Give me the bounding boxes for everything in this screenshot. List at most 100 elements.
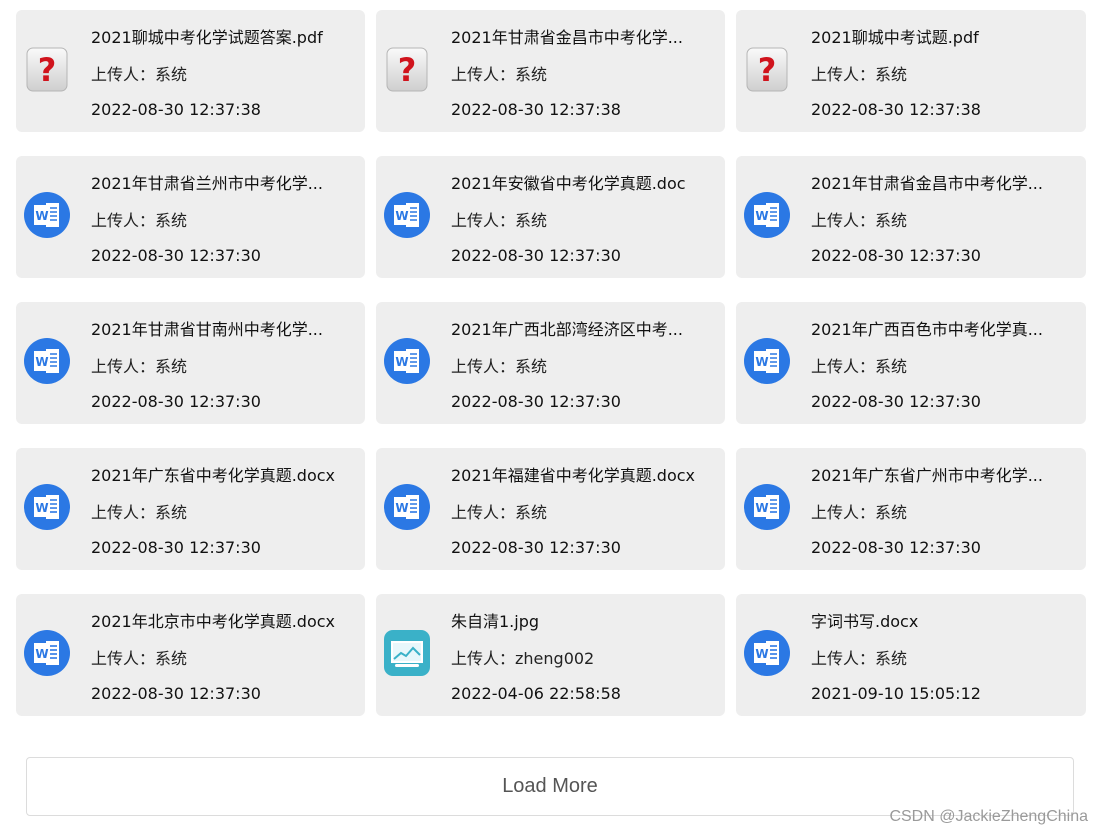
file-name[interactable]: 2021年安徽省中考化学真题.doc	[451, 174, 717, 194]
uploader-label: 上传人：	[91, 649, 156, 668]
upload-date: 2022-08-30 12:37:30	[91, 684, 261, 703]
svg-text:W: W	[755, 647, 768, 661]
file-card[interactable]: W 2021年安徽省中考化学真题.doc 上传人：系统 2022-08-30 12:3…	[376, 156, 725, 278]
file-card[interactable]: W 2021年福建省中考化学真题.docx 上传人：系统 2022-08-30 12:…	[376, 448, 725, 570]
uploader-name: 系统	[875, 357, 908, 376]
svg-text:W: W	[395, 355, 408, 369]
uploader-label: 上传人：	[811, 503, 876, 522]
uploader-line: 上传人：zheng002	[451, 649, 717, 669]
file-name[interactable]: 2021年广东省中考化学真题.docx	[91, 466, 357, 486]
uploader-label: 上传人：	[91, 65, 156, 84]
file-card[interactable]: W 2021年甘肃省甘南州中考化学... 上传人：系统 2022-08-30 12:3…	[16, 302, 365, 424]
uploader-label: 上传人：	[451, 65, 516, 84]
file-card[interactable]: W 2021年广东省广州市中考化学... 上传人：系统 2022-08-30 12:3…	[736, 448, 1086, 570]
upload-date: 2022-08-30 12:37:30	[451, 392, 621, 411]
file-card[interactable]: 朱自清1.jpg 上传人：zheng002 2022-04-06 22:58:58	[376, 594, 725, 716]
file-card[interactable]: W 2021年广西北部湾经济区中考... 上传人：系统 2022-08-30 12:3…	[376, 302, 725, 424]
file-info: 2021年北京市中考化学真题.docx 上传人：系统 2022-08-30 12:3…	[91, 612, 357, 704]
file-name[interactable]: 2021聊城中考试题.pdf	[811, 28, 1078, 48]
file-info: 2021年广西百色市中考化学真... 上传人：系统 2022-08-30 12:37…	[811, 320, 1078, 412]
file-name[interactable]: 2021年北京市中考化学真题.docx	[91, 612, 357, 632]
uploader-line: 上传人：系统	[811, 503, 1078, 523]
uploader-label: 上传人：	[811, 357, 876, 376]
svg-text:W: W	[755, 355, 768, 369]
file-card[interactable]: W 2021年广西百色市中考化学真... 上传人：系统 2022-08-30 12:3…	[736, 302, 1086, 424]
uploader-label: 上传人：	[811, 211, 876, 230]
uploader-name: 系统	[155, 357, 188, 376]
uploader-label: 上传人：	[91, 211, 156, 230]
svg-text:?: ?	[398, 51, 417, 89]
uploader-label: 上传人：	[451, 211, 516, 230]
uploader-name: 系统	[155, 65, 188, 84]
file-info: 2021年甘肃省金昌市中考化学... 上传人：系统 2022-08-30 12:37…	[811, 174, 1078, 266]
upload-date: 2022-08-30 12:37:30	[811, 246, 981, 265]
uploader-label: 上传人：	[451, 649, 516, 668]
upload-date: 2022-08-30 12:37:30	[91, 392, 261, 411]
svg-text:?: ?	[38, 51, 57, 89]
file-name[interactable]: 2021年甘肃省兰州市中考化学...	[91, 174, 357, 194]
file-name[interactable]: 2021年甘肃省金昌市中考化学...	[451, 28, 717, 48]
uploader-name: 系统	[155, 503, 188, 522]
uploader-name: 系统	[875, 649, 908, 668]
upload-date: 2022-08-30 12:37:30	[91, 538, 261, 557]
file-grid: ? 2021聊城中考化学试题答案.pdf 上传人：系统 2022-08-30 12:3…	[16, 10, 1086, 716]
word-icon: W	[22, 482, 72, 532]
file-info: 2021年甘肃省金昌市中考化学... 上传人：系统 2022-08-30 12:37…	[451, 28, 717, 120]
file-card[interactable]: W 2021年北京市中考化学真题.docx 上传人：系统 2022-08-30 12:…	[16, 594, 365, 716]
word-icon: W	[742, 190, 792, 240]
uploader-line: 上传人：系统	[451, 357, 717, 377]
file-info: 朱自清1.jpg 上传人：zheng002 2022-04-06 22:58:58	[451, 612, 717, 704]
file-info: 2021年广西北部湾经济区中考... 上传人：系统 2022-08-30 12:37…	[451, 320, 717, 412]
uploader-label: 上传人：	[91, 357, 156, 376]
file-name[interactable]: 2021年广西百色市中考化学真...	[811, 320, 1078, 340]
word-icon: W	[382, 336, 432, 386]
unknown-file-icon: ?	[742, 44, 792, 94]
word-icon: W	[382, 190, 432, 240]
upload-date: 2022-08-30 12:37:30	[451, 246, 621, 265]
image-icon	[382, 628, 432, 678]
uploader-label: 上传人：	[811, 649, 876, 668]
upload-date: 2022-04-06 22:58:58	[451, 684, 621, 703]
svg-text:W: W	[35, 647, 48, 661]
file-card[interactable]: W 2021年广东省中考化学真题.docx 上传人：系统 2022-08-30 12:…	[16, 448, 365, 570]
file-name[interactable]: 朱自清1.jpg	[451, 612, 717, 632]
word-icon: W	[742, 482, 792, 532]
uploader-label: 上传人：	[451, 503, 516, 522]
svg-text:W: W	[395, 209, 408, 223]
file-name[interactable]: 2021年广西北部湾经济区中考...	[451, 320, 717, 340]
file-card[interactable]: W 字词书写.docx 上传人：系统 2021-09-10 15:05:12	[736, 594, 1086, 716]
file-name[interactable]: 字词书写.docx	[811, 612, 1078, 632]
uploader-name: 系统	[515, 65, 548, 84]
file-name[interactable]: 2021聊城中考化学试题答案.pdf	[91, 28, 357, 48]
upload-date: 2022-08-30 12:37:38	[91, 100, 261, 119]
svg-text:W: W	[755, 209, 768, 223]
file-card[interactable]: W 2021年甘肃省兰州市中考化学... 上传人：系统 2022-08-30 12:3…	[16, 156, 365, 278]
svg-text:W: W	[35, 355, 48, 369]
word-icon: W	[742, 628, 792, 678]
uploader-name: 系统	[515, 211, 548, 230]
uploader-name: 系统	[875, 211, 908, 230]
file-name[interactable]: 2021年甘肃省金昌市中考化学...	[811, 174, 1078, 194]
file-info: 字词书写.docx 上传人：系统 2021-09-10 15:05:12	[811, 612, 1078, 704]
uploader-name: 系统	[515, 503, 548, 522]
upload-date: 2022-08-30 12:37:30	[451, 538, 621, 557]
uploader-name: 系统	[155, 649, 188, 668]
file-info: 2021聊城中考试题.pdf 上传人：系统 2022-08-30 12:37:38	[811, 28, 1078, 120]
file-name[interactable]: 2021年福建省中考化学真题.docx	[451, 466, 717, 486]
word-icon: W	[22, 336, 72, 386]
file-info: 2021年福建省中考化学真题.docx 上传人：系统 2022-08-30 12:3…	[451, 466, 717, 558]
file-card[interactable]: W 2021年甘肃省金昌市中考化学... 上传人：系统 2022-08-30 12:3…	[736, 156, 1086, 278]
file-card[interactable]: ? 2021聊城中考化学试题答案.pdf 上传人：系统 2022-08-30 12:3…	[16, 10, 365, 132]
file-info: 2021年甘肃省甘南州中考化学... 上传人：系统 2022-08-30 12:37…	[91, 320, 357, 412]
svg-text:W: W	[395, 501, 408, 515]
svg-text:W: W	[35, 209, 48, 223]
file-name[interactable]: 2021年广东省广州市中考化学...	[811, 466, 1078, 486]
upload-date: 2022-08-30 12:37:30	[811, 538, 981, 557]
file-card[interactable]: ? 2021聊城中考试题.pdf 上传人：系统 2022-08-30 12:37:38	[736, 10, 1086, 132]
upload-date: 2022-08-30 12:37:38	[451, 100, 621, 119]
file-name[interactable]: 2021年甘肃省甘南州中考化学...	[91, 320, 357, 340]
file-card[interactable]: ? 2021年甘肃省金昌市中考化学... 上传人：系统 2022-08-30 12:3…	[376, 10, 725, 132]
uploader-line: 上传人：系统	[811, 211, 1078, 231]
uploader-name: 系统	[875, 503, 908, 522]
uploader-name: 系统	[875, 65, 908, 84]
